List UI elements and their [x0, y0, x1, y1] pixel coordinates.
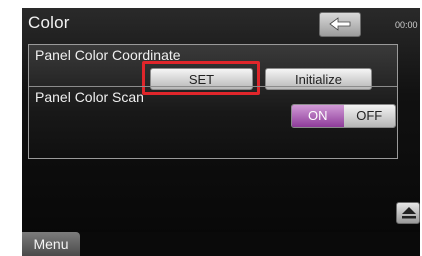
scan-off-option[interactable]: OFF: [343, 105, 395, 127]
row-divider: [29, 86, 397, 87]
page-title: Color: [28, 13, 70, 32]
back-arrow-icon: [329, 17, 351, 31]
set-button-highlight: [142, 61, 260, 95]
bottom-bar: Menu: [22, 232, 420, 256]
clock: 00:00: [395, 20, 418, 30]
eject-button[interactable]: [396, 202, 420, 224]
back-button[interactable]: [319, 12, 361, 37]
menu-button[interactable]: Menu: [22, 232, 80, 256]
settings-panel: Panel Color Coordinate SET Initialize Pa…: [28, 44, 398, 159]
scan-toggle[interactable]: ON OFF: [291, 104, 396, 128]
screen: Color 00:00 Panel Color Coordinate SET I…: [22, 8, 420, 256]
panel-color-scan-label: Panel Color Scan: [35, 89, 144, 105]
scan-on-option[interactable]: ON: [292, 105, 344, 127]
eject-icon: [402, 207, 416, 219]
